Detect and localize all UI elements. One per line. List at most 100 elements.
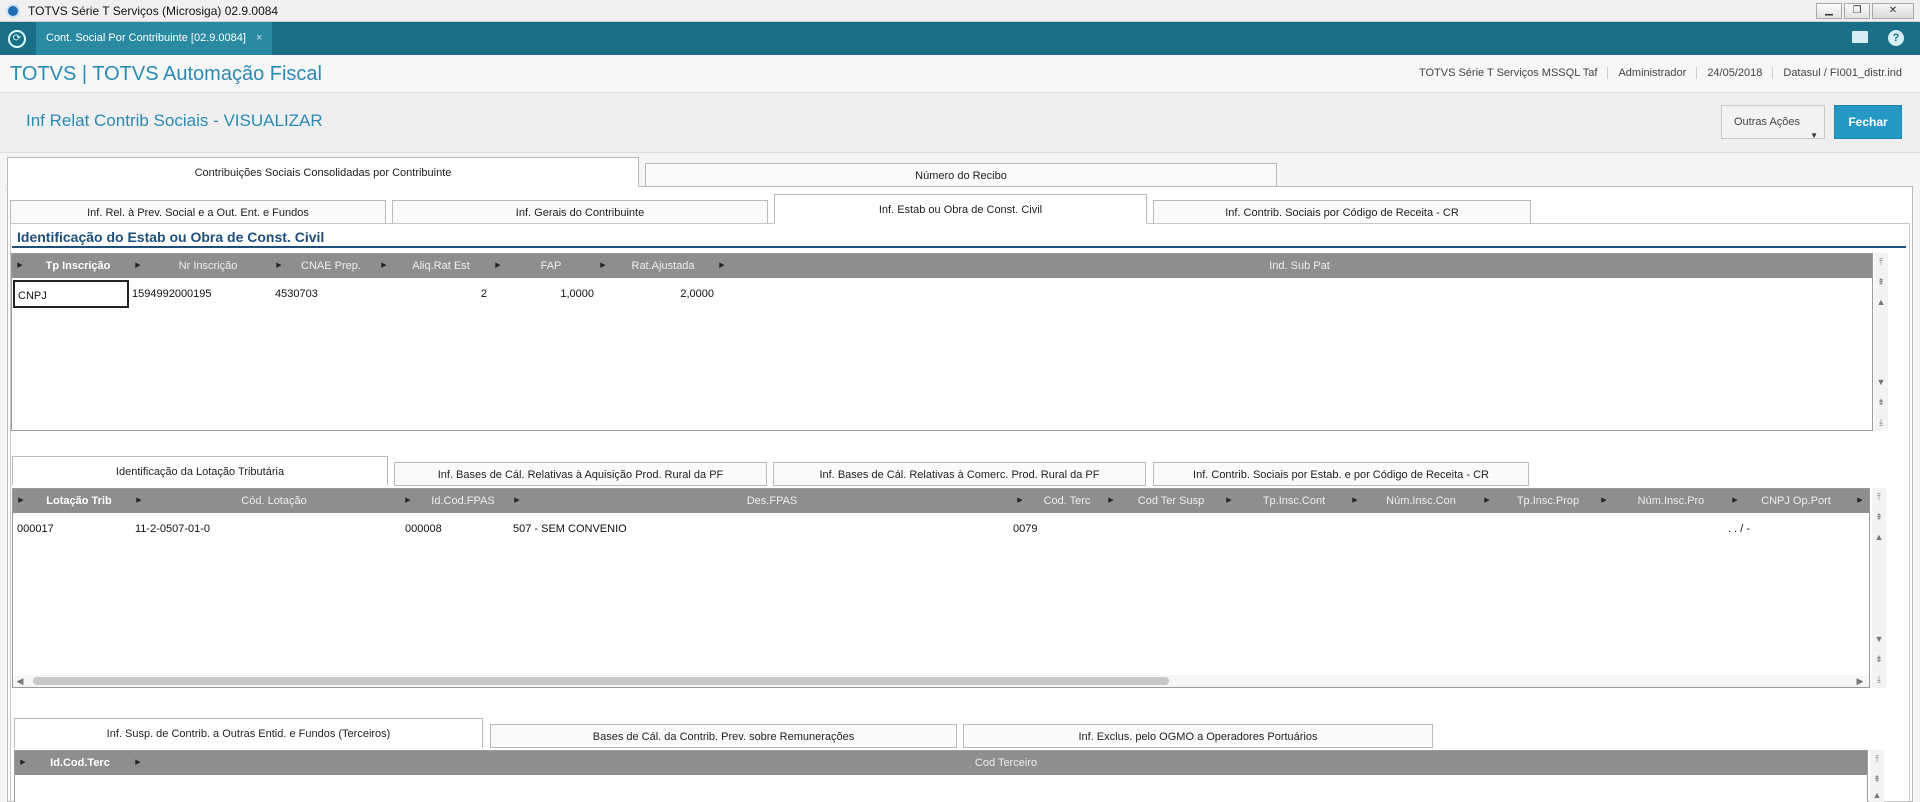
col-marker-icon: ▶	[1108, 497, 1114, 504]
restore-icon[interactable]: ❐	[1844, 3, 1870, 19]
col-marker-icon: ▶	[719, 262, 725, 269]
table-cell[interactable]: 2,0000	[599, 280, 714, 308]
col-cnpj-op-port[interactable]: CNPJ Op.Port	[1740, 489, 1852, 513]
close-tab-icon[interactable]: ×	[256, 22, 262, 55]
table-cell[interactable]: 1,0000	[494, 280, 594, 308]
page-header: Inf Relat Contrib Sociais - VISUALIZAR O…	[0, 93, 1920, 153]
outras-acoes-button[interactable]: Outras Ações ▼	[1721, 105, 1825, 140]
database-label: Datasul / FI001_distr.ind	[1772, 67, 1912, 79]
window-title: TOTVS Série T Serviços (Microsiga) 02.9.…	[28, 3, 279, 18]
col-marker-icon: ▶	[381, 262, 387, 269]
col-id-cod-terc[interactable]: Id.Cod.Terc	[27, 751, 133, 775]
minimize-icon[interactable]: ▁	[1816, 3, 1842, 19]
col-marker-icon: ▶	[136, 497, 142, 504]
col-rat-ajustada[interactable]: Rat.Ajustada	[608, 254, 718, 278]
table-cell[interactable]: 2	[380, 280, 487, 308]
scroll-pageup-icon[interactable]: ⇞	[1876, 277, 1886, 287]
scroll-down-icon[interactable]: ▼	[1876, 377, 1886, 387]
window-titlebar: TOTVS Série T Serviços (Microsiga) 02.9.…	[0, 0, 1920, 22]
table-cell[interactable]: 000017	[17, 515, 54, 543]
col-marker-icon: ▶	[600, 262, 606, 269]
scroll-pagedown-icon[interactable]: ⇟	[1874, 654, 1884, 664]
table-cell[interactable]: 000008	[405, 515, 442, 543]
tab-bases-contrib-remuneracoes[interactable]: Bases de Cál. da Contrib. Prev. sobre Re…	[490, 724, 957, 748]
grid-lotacao-scrollbar[interactable]: ⤒ ⇞ ▲ ▼ ⇟ ⤓	[1872, 488, 1886, 688]
col-cod-ter-susp[interactable]: Cod Ter Susp	[1116, 489, 1226, 513]
session-info: TOTVS Série T Serviços MSSQL Taf Adminis…	[1409, 67, 1912, 79]
col-marker-icon: ▶	[1732, 497, 1738, 504]
window-controls: ▁ ❐ ✕	[1816, 3, 1914, 19]
col-marker-icon: ▶	[135, 262, 141, 269]
table-cell[interactable]: 507 - SEM CONVENIO	[513, 515, 627, 543]
scroll-top-icon[interactable]: ⤒	[1876, 257, 1886, 267]
scroll-pageup-icon[interactable]: ⇞	[1872, 774, 1882, 784]
scroll-right-icon[interactable]: ▶	[1855, 676, 1865, 686]
help-icon[interactable]: ?	[1888, 30, 1904, 46]
col-marker-icon: ▶	[514, 497, 520, 504]
tab-bases-comerc-rural[interactable]: Inf. Bases de Cál. Relativas à Comerc. P…	[773, 462, 1146, 486]
document-tab[interactable]: Cont. Social Por Contribuinte [02.9.0084…	[36, 22, 273, 55]
outras-acoes-label: Outras Ações	[1734, 116, 1801, 128]
col-nr-inscricao[interactable]: Nr Inscrição	[143, 254, 273, 278]
col-lotacao-trib[interactable]: Lotação Trib	[25, 489, 133, 513]
tab-contrib-estab-codigo[interactable]: Inf. Contrib. Sociais por Estab. e por C…	[1153, 462, 1529, 486]
col-tp-inscricao[interactable]: Tp Inscrição	[24, 254, 132, 278]
grid-lotacao-hscrollbar[interactable]: ◀ ▶	[13, 675, 1869, 687]
grid-terceiros-header: ▶ Id.Cod.Terc ▶ Cod Terceiro	[15, 751, 1867, 775]
col-num-insc-pro[interactable]: Núm.Insc.Pro	[1609, 489, 1733, 513]
tab-exclus-ogmo[interactable]: Inf. Exclus. pelo OGMO a Operadores Port…	[963, 724, 1433, 748]
fechar-button[interactable]: Fechar	[1834, 105, 1902, 139]
table-cell[interactable]: 0079	[1013, 515, 1037, 543]
tab-contribuicoes-consolidadas[interactable]: Contribuições Sociais Consolidadas por C…	[7, 157, 639, 187]
scroll-up-icon[interactable]: ▲	[1872, 790, 1882, 800]
tab-bases-aquisicao-rural[interactable]: Inf. Bases de Cál. Relativas à Aquisição…	[394, 462, 767, 486]
col-aliq-rat-est[interactable]: Aliq.Rat Est	[389, 254, 493, 278]
col-cod-lotacao[interactable]: Cód. Lotação	[144, 489, 404, 513]
col-tp-insc-cont[interactable]: Tp.Insc.Cont	[1234, 489, 1354, 513]
col-ind-sub-pat[interactable]: Ind. Sub Pat	[727, 254, 1872, 278]
home-icon[interactable]: ⟳	[8, 30, 26, 48]
grid-estab: ▶ Tp Inscrição ▶ Nr Inscrição ▶ CNAE Pre…	[11, 253, 1873, 431]
hscroll-thumb[interactable]	[33, 677, 1169, 685]
grid-terceiros-scrollbar[interactable]: ⤒ ⇞ ▲	[1870, 750, 1884, 802]
col-marker-icon: ▶	[1857, 497, 1863, 504]
col-des-fpas[interactable]: Des.FPAS	[522, 489, 1022, 513]
table-cell[interactable]: . . / -	[1728, 515, 1750, 543]
tab-identificacao-lotacao[interactable]: Identificação da Lotação Tributária	[12, 456, 388, 486]
table-cell[interactable]: 11-2-0507-01-0	[135, 515, 210, 543]
user-label: Administrador	[1607, 67, 1696, 79]
col-cnae-prep[interactable]: CNAE Prep.	[284, 254, 378, 278]
table-cell[interactable]: CNPJ	[13, 280, 129, 308]
page-title: Inf Relat Contrib Sociais - VISUALIZAR	[26, 111, 323, 130]
col-cod-terceiro[interactable]: Cod Terceiro	[143, 751, 1867, 775]
tab-inf-estab-obra[interactable]: Inf. Estab ou Obra de Const. Civil	[774, 194, 1147, 224]
scroll-top-icon[interactable]: ⤒	[1874, 492, 1884, 502]
table-cell[interactable]: 4530703	[275, 280, 318, 308]
col-cod-terc[interactable]: Cod. Terc	[1025, 489, 1109, 513]
scroll-pagedown-icon[interactable]: ⇟	[1876, 397, 1886, 407]
col-fap[interactable]: FAP	[503, 254, 599, 278]
tab-numero-recibo[interactable]: Número do Recibo	[645, 163, 1277, 187]
col-num-insc-con[interactable]: Núm.Insc.Con	[1360, 489, 1482, 513]
scroll-up-icon[interactable]: ▲	[1874, 532, 1884, 542]
tab-inf-contrib-codigo-receita[interactable]: Inf. Contrib. Sociais por Código de Rece…	[1153, 200, 1531, 224]
mail-icon[interactable]	[1852, 31, 1868, 43]
grid-estab-header: ▶ Tp Inscrição ▶ Nr Inscrição ▶ CNAE Pre…	[12, 254, 1872, 278]
tab-inf-rel-prev-social[interactable]: Inf. Rel. à Prev. Social e a Out. Ent. e…	[10, 200, 386, 224]
tab-inf-gerais-contribuinte[interactable]: Inf. Gerais do Contribuinte	[392, 200, 768, 224]
close-window-icon[interactable]: ✕	[1872, 3, 1914, 19]
col-tp-insc-prop[interactable]: Tp.Insc.Prop	[1492, 489, 1604, 513]
scroll-up-icon[interactable]: ▲	[1876, 297, 1886, 307]
col-marker-icon: ▶	[1352, 497, 1358, 504]
scroll-bottom-icon[interactable]: ⤓	[1876, 417, 1886, 427]
scroll-left-icon[interactable]: ◀	[15, 676, 25, 686]
tab-susp-contrib-terceiros[interactable]: Inf. Susp. de Contrib. a Outras Entid. e…	[14, 718, 483, 748]
scroll-pageup-icon[interactable]: ⇞	[1874, 512, 1884, 522]
scroll-bottom-icon[interactable]: ⤓	[1874, 674, 1884, 684]
scroll-top-icon[interactable]: ⤒	[1872, 754, 1882, 764]
scroll-down-icon[interactable]: ▼	[1874, 634, 1884, 644]
table-cell[interactable]: 1594992000195	[132, 280, 212, 308]
col-id-cod-fpas[interactable]: Id.Cod.FPAS	[413, 489, 513, 513]
grid-estab-scrollbar[interactable]: ⤒ ⇞ ▲ ▼ ⇟ ⤓	[1874, 253, 1888, 431]
caret-down-icon: ▼	[1810, 131, 1818, 140]
